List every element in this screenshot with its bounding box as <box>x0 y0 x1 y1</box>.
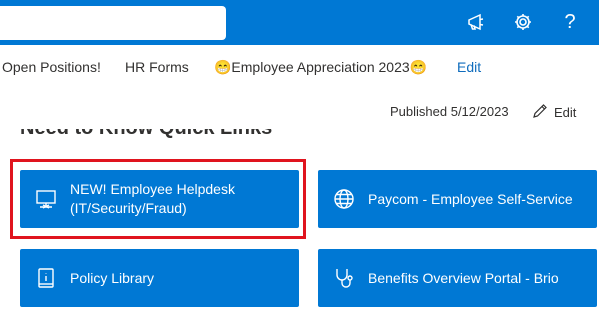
page-edit-button[interactable]: Edit <box>532 100 576 124</box>
nav-item-employee-appreciation[interactable]: 😁Employee Appreciation 2023😁 <box>214 49 427 85</box>
search-input[interactable] <box>0 6 226 40</box>
quick-link-label: Paycom - Employee Self-Service <box>368 190 573 207</box>
quick-link-policy-library[interactable]: Policy Library <box>20 249 299 307</box>
section-title: Need to Know Quick Links <box>20 117 273 139</box>
globe-icon <box>322 187 366 211</box>
quick-link-label: Benefits Overview Portal - Brio <box>368 269 559 286</box>
highlight-box <box>10 159 306 239</box>
megaphone-icon[interactable] <box>462 8 490 36</box>
book-icon <box>24 266 68 290</box>
site-navigation: Open Positions! HR Forms 😁Employee Appre… <box>0 49 599 85</box>
help-label: ? <box>564 10 576 33</box>
gear-icon[interactable] <box>509 8 537 36</box>
nav-edit-link[interactable]: Edit <box>457 49 481 85</box>
published-date: Published 5/12/2023 <box>390 104 509 119</box>
quick-link-paycom[interactable]: Paycom - Employee Self-Service <box>318 170 597 228</box>
help-icon[interactable]: ? <box>556 8 584 36</box>
page-edit-label: Edit <box>554 104 577 120</box>
quick-link-label: Policy Library <box>70 269 155 286</box>
quick-link-benefits-portal[interactable]: Benefits Overview Portal - Brio <box>318 249 597 307</box>
nav-item-open-positions[interactable]: Open Positions! <box>2 49 101 85</box>
nav-item-hr-forms[interactable]: HR Forms <box>125 49 189 85</box>
pencil-icon <box>532 103 548 122</box>
top-bar: ? <box>0 0 599 45</box>
stethoscope-icon <box>322 266 366 290</box>
